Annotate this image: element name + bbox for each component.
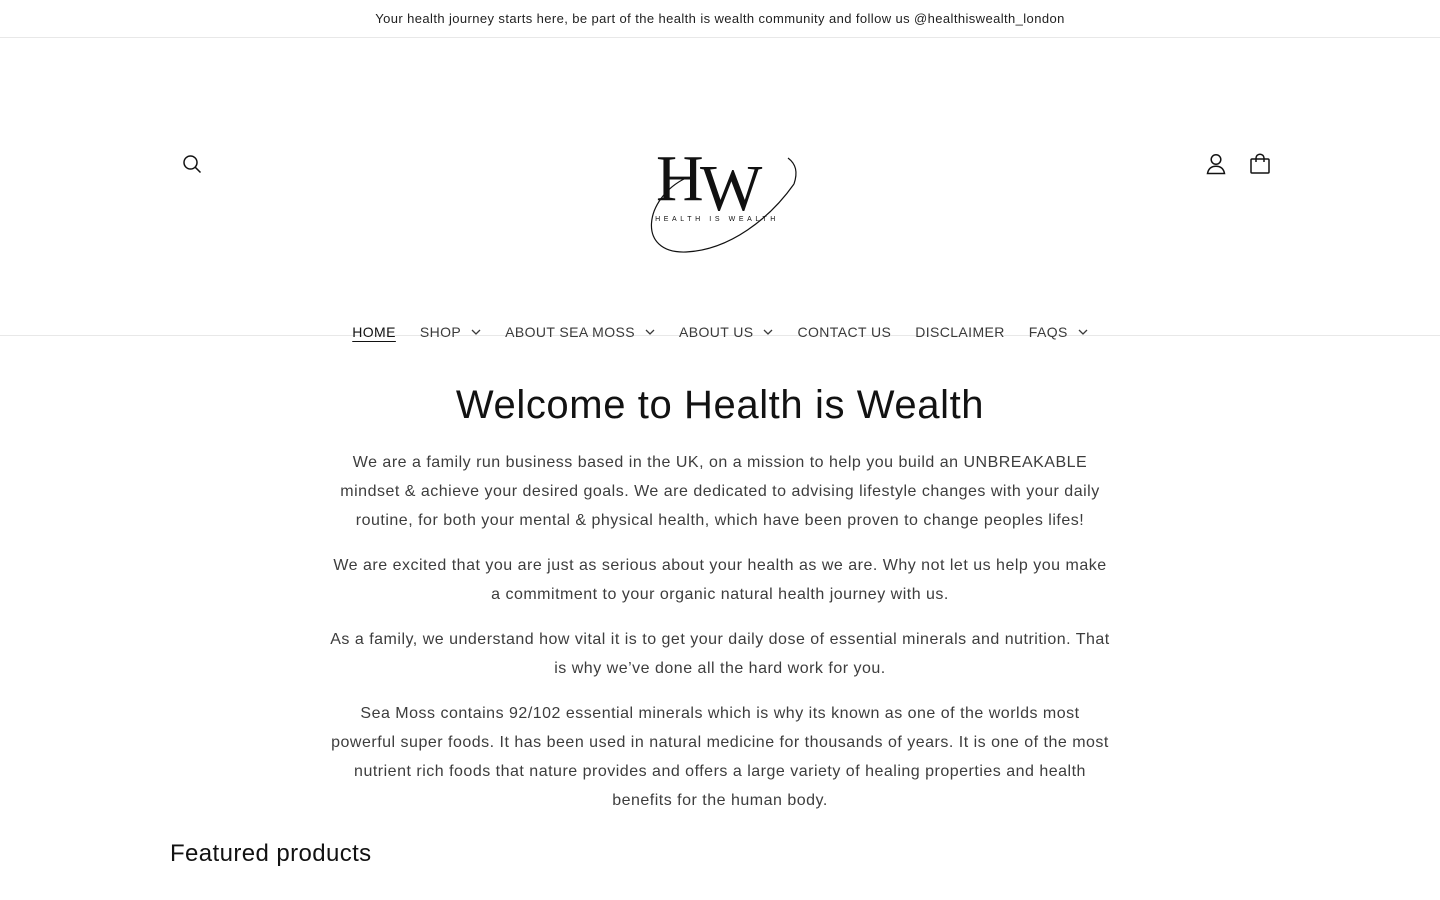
nav-item-label: DISCLAIMER xyxy=(915,324,1005,340)
site-header: H W HEALTH IS WEALTH HOME SHOP ABOUT SEA… xyxy=(0,38,1440,340)
cart-icon xyxy=(1250,153,1270,174)
announcement-text: Your health journey starts here, be part… xyxy=(375,11,1065,26)
nav-item-about-us[interactable]: ABOUT US xyxy=(667,314,786,350)
nav-item-disclaimer[interactable]: DISCLAIMER xyxy=(903,314,1017,350)
nav-item-label: FAQS xyxy=(1028,324,1068,340)
intro-paragraph: As a family, we understand how vital it … xyxy=(330,631,1110,677)
search-button[interactable] xyxy=(170,142,214,186)
account-button[interactable] xyxy=(1194,142,1238,186)
nav-item-home[interactable]: HOME xyxy=(340,314,408,350)
intro-paragraph: We are excited that you are just as seri… xyxy=(333,557,1107,603)
nav-item-faqs[interactable]: FAQS xyxy=(1017,314,1100,350)
featured-products-heading: Featured products xyxy=(170,840,372,867)
hw-logo-mark: H W xyxy=(650,142,797,253)
nav-item-label: HOME xyxy=(352,324,396,340)
nav-item-about-sea-moss[interactable]: ABOUT SEA MOSS xyxy=(493,314,667,350)
intro-paragraph: We are a family run business based in th… xyxy=(340,454,1100,529)
svg-text:W: W xyxy=(700,152,763,225)
nav-item-label: SHOP xyxy=(419,324,462,340)
nav-item-label: CONTACT US xyxy=(797,324,892,340)
page-title: Welcome to Health is Wealth xyxy=(455,383,985,427)
account-icon xyxy=(1206,153,1226,175)
main-nav: HOME SHOP ABOUT SEA MOSS ABOUT US CONTAC… xyxy=(0,314,1440,350)
search-icon xyxy=(183,155,202,174)
chevron-down-icon xyxy=(763,327,773,337)
nav-item-shop[interactable]: SHOP xyxy=(408,314,493,350)
svg-text:H: H xyxy=(656,142,704,215)
site-logo[interactable]: H W HEALTH IS WEALTH xyxy=(638,138,802,262)
main-content: Welcome to Health is Wealth We are a fam… xyxy=(0,380,1440,815)
intro-text: We are a family run business based in th… xyxy=(330,448,1110,815)
chevron-down-icon xyxy=(645,327,655,337)
announcement-bar: Your health journey starts here, be part… xyxy=(0,0,1440,38)
nav-item-label: ABOUT US xyxy=(678,324,754,340)
nav-item-contact-us[interactable]: CONTACT US xyxy=(785,314,903,350)
chevron-down-icon xyxy=(471,327,481,337)
nav-item-label: ABOUT SEA MOSS xyxy=(505,324,635,340)
chevron-down-icon xyxy=(1078,327,1088,337)
header-icons xyxy=(1194,142,1282,186)
intro-paragraph: Sea Moss contains 92/102 essential miner… xyxy=(331,705,1109,809)
logo-text: HEALTH IS WEALTH xyxy=(655,216,779,223)
cart-button[interactable] xyxy=(1238,142,1282,186)
